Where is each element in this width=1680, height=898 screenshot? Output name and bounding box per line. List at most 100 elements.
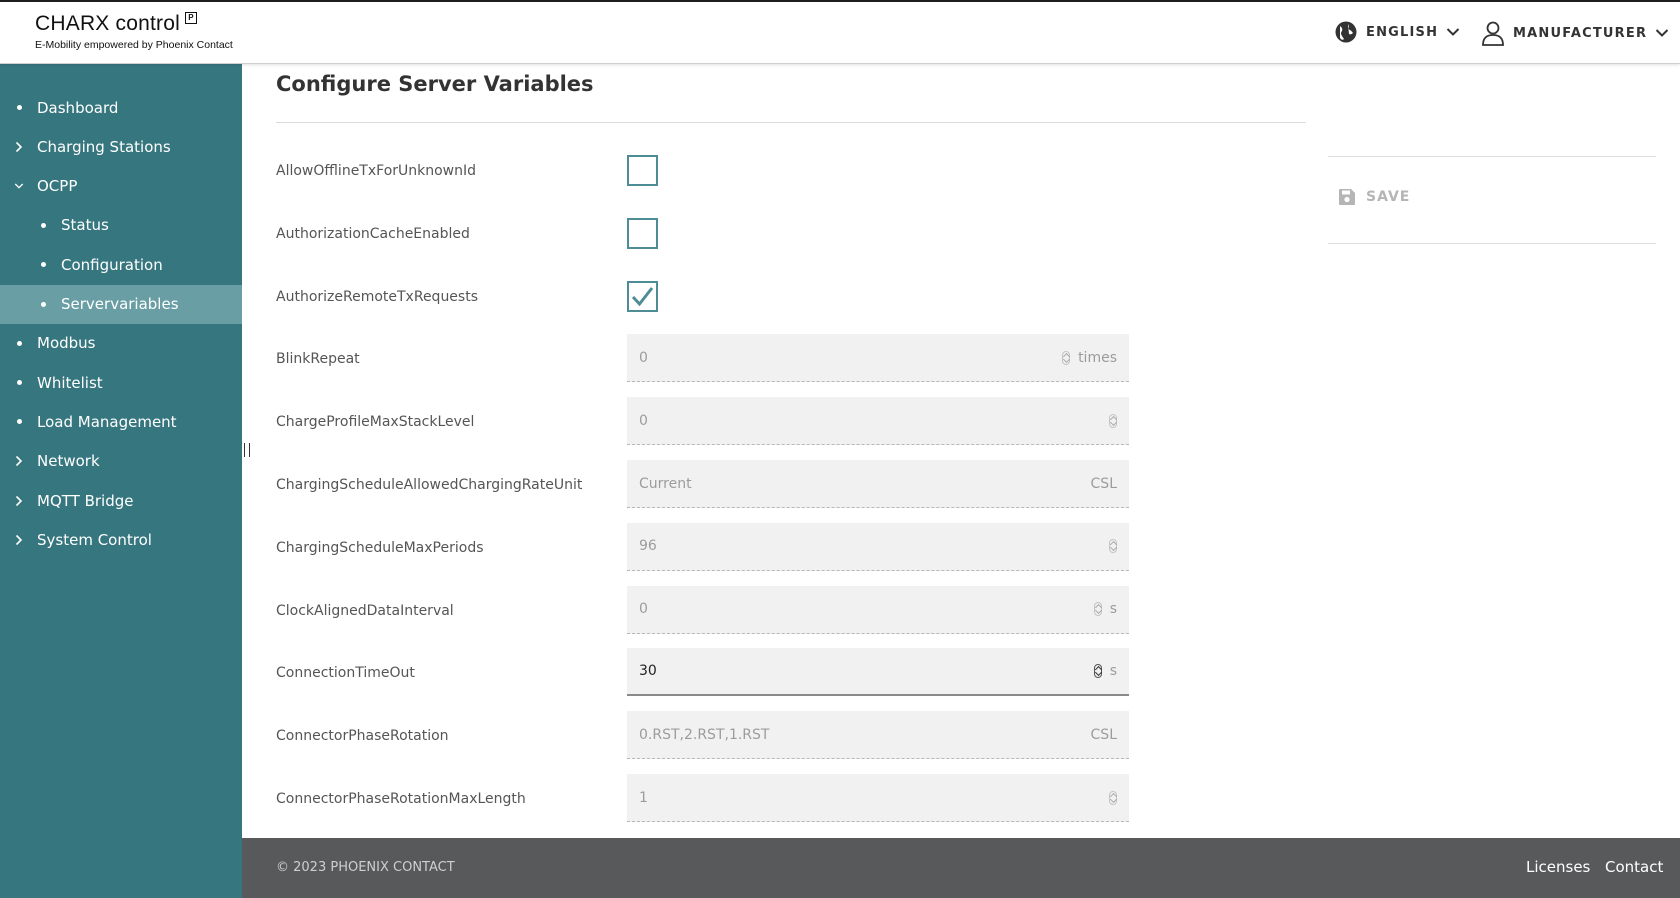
label-charging-schedule-max-periods: ChargingScheduleMaxPeriods xyxy=(276,539,484,556)
language-selector[interactable]: ENGLISH xyxy=(1334,20,1460,44)
label-connector-phase-rotation-max-length: ConnectorPhaseRotationMaxLength xyxy=(276,791,526,807)
label-connector-phase-rotation: ConnectorPhaseRotation xyxy=(276,728,449,745)
field-value: 0 xyxy=(639,412,648,429)
label-charging-schedule-allowed-charging-rate-unit: ChargingScheduleAllowedChargingRateUnit xyxy=(276,477,583,493)
spinner-icon[interactable] xyxy=(1093,602,1102,617)
chevron-down-icon xyxy=(1446,28,1460,36)
label-blink-repeat: BlinkRepeat xyxy=(276,351,360,368)
globe-icon xyxy=(1335,21,1357,43)
input-charging-schedule-max-periods[interactable]: 96 xyxy=(627,522,1129,571)
sidebar-item-label: Servervariables xyxy=(61,295,179,313)
sidebar-item-system-control[interactable]: System Control xyxy=(0,520,242,559)
floppy-disk-icon xyxy=(1339,189,1355,205)
user-menu[interactable]: MANUFACTURER xyxy=(1481,20,1669,46)
sidebar-item-label: OCPP xyxy=(37,177,78,196)
sidebar-item-label: Configuration xyxy=(61,255,163,274)
bullet-icon xyxy=(14,340,24,346)
sidebar-item-network[interactable]: Network xyxy=(0,442,242,481)
sidebar-item-mqtt-bridge[interactable]: MQTT Bridge xyxy=(0,481,242,520)
field-value: Current xyxy=(639,475,692,492)
unit-label: s xyxy=(1109,601,1117,618)
language-label: ENGLISH xyxy=(1366,24,1439,40)
spinner-icon[interactable] xyxy=(1109,539,1117,554)
input-clock-aligned-data-interval[interactable]: 0s xyxy=(627,585,1129,634)
unit-label: CSL xyxy=(1090,475,1117,492)
label-charge-profile-max-stack-level: ChargeProfileMaxStackLevel xyxy=(276,414,475,431)
user-label: MANUFACTURER xyxy=(1513,25,1648,41)
phoenix-logo-icon: P xyxy=(184,12,197,24)
input-blink-repeat[interactable]: 0 times xyxy=(627,334,1129,383)
spinner-icon[interactable] xyxy=(1093,664,1102,679)
sidebar-item-label: Status xyxy=(61,216,109,235)
save-button[interactable]: SAVE xyxy=(1338,188,1410,206)
bullet-icon xyxy=(14,380,24,386)
chevron-right-icon xyxy=(14,534,24,546)
chevron-right-icon xyxy=(14,495,24,507)
chevron-right-icon xyxy=(14,141,24,153)
input-connector-phase-rotation[interactable]: 0.RST,2.RST,1.RST CSL xyxy=(627,711,1129,760)
bullet-icon xyxy=(14,419,24,425)
spinner-icon[interactable] xyxy=(1109,790,1117,805)
divider xyxy=(276,122,1306,123)
field-value: 0 xyxy=(639,349,648,366)
copyright: © 2023 PHOENIX CONTACT xyxy=(276,860,455,875)
spinner-icon[interactable] xyxy=(1109,413,1117,428)
logo-subtitle: E-Mobility empowered by Phoenix Contact xyxy=(35,39,233,51)
sidebar-item-dashboard[interactable]: Dashboard xyxy=(0,88,242,127)
app-logo[interactable]: CHARX control P E-Mobility empowered by P… xyxy=(35,12,233,51)
checkbox-allow-offline-tx-for-unknown-id[interactable] xyxy=(627,155,658,186)
label-authorize-remote-tx-requests: AuthorizeRemoteTxRequests xyxy=(276,288,479,305)
licenses-link[interactable]: Licenses xyxy=(1526,858,1590,876)
input-connection-time-out[interactable]: 30 s xyxy=(627,648,1129,697)
chevron-down-icon xyxy=(14,182,24,190)
sidebar-resize-handle[interactable] xyxy=(244,443,250,457)
sidebar-item-status[interactable]: Status xyxy=(0,206,242,245)
sidebar-item-ocpp[interactable]: OCPP xyxy=(0,167,242,206)
sidebar-item-label: Load Management xyxy=(37,412,177,431)
save-label: SAVE xyxy=(1366,189,1411,205)
logo-title: CHARX control xyxy=(35,12,180,35)
sidebar-item-label: Charging Stations xyxy=(37,137,171,156)
field-value: 30 xyxy=(639,663,657,680)
sidebar-item-whitelist[interactable]: Whitelist xyxy=(0,363,242,402)
chevron-down-icon xyxy=(1655,29,1669,37)
chevron-right-icon xyxy=(14,455,24,467)
sidebar-item-label: Modbus xyxy=(37,334,96,353)
footer: © 2023 PHOENIX CONTACT Licenses Contact xyxy=(242,838,1680,898)
label-allow-offline-tx-for-unknown-id: AllowOfflineTxForUnknownId xyxy=(276,163,477,179)
checkbox-authorize-remote-tx-requests[interactable] xyxy=(627,280,658,312)
sidebar-item-modbus[interactable]: Modbus xyxy=(0,324,242,363)
field-value: 0.RST,2.RST,1.RST xyxy=(639,726,770,743)
bullet-icon xyxy=(38,262,48,268)
spinner-icon[interactable] xyxy=(1062,350,1071,365)
sidebar-item-label: Dashboard xyxy=(37,98,119,117)
bullet-icon xyxy=(14,105,24,110)
user-icon xyxy=(1482,21,1504,46)
sidebar-item-servervariables[interactable]: Servervariables xyxy=(0,284,242,324)
unit-label: CSL xyxy=(1090,726,1117,743)
checkmark-icon xyxy=(631,286,654,306)
sidebar-item-charging-stations[interactable]: Charging Stations xyxy=(0,127,242,166)
sidebar-nav: Dashboard Charging Stations OCPP Status Conf… xyxy=(0,64,242,898)
label-authorization-cache-enabled: AuthorizationCacheEnabled xyxy=(276,225,470,242)
input-charge-profile-max-stack-level[interactable]: 0 xyxy=(627,397,1129,446)
sidebar-item-configuration[interactable]: Configuration xyxy=(0,245,242,284)
sidebar-item-load-management[interactable]: Load Management xyxy=(0,402,242,441)
input-connector-phase-rotation-max-length[interactable]: 1 xyxy=(627,774,1129,822)
sidebar-item-label: Network xyxy=(37,452,100,471)
checkbox-authorization-cache-enabled[interactable] xyxy=(627,217,658,249)
unit-label: s xyxy=(1109,663,1117,680)
field-value: 1 xyxy=(639,789,648,806)
divider xyxy=(1328,243,1656,244)
field-value: 0 xyxy=(639,601,648,618)
bullet-icon xyxy=(38,222,48,228)
divider xyxy=(1328,156,1656,157)
sidebar-item-label: MQTT Bridge xyxy=(37,491,134,510)
bullet-icon xyxy=(38,301,48,307)
contact-link[interactable]: Contact xyxy=(1605,858,1663,876)
label-connection-time-out: ConnectionTimeOut xyxy=(276,665,415,682)
sidebar-item-label: Whitelist xyxy=(37,373,103,392)
input-charging-schedule-allowed-charging-rate-unit[interactable]: Current CSL xyxy=(627,460,1129,508)
field-value: 96 xyxy=(639,538,657,555)
sidebar-item-label: System Control xyxy=(37,530,152,549)
